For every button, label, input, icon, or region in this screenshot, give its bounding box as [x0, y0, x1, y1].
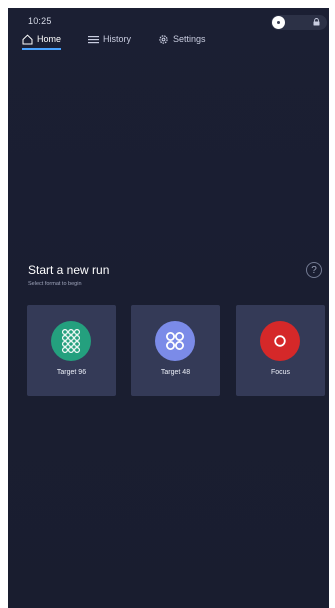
status-time: 10:25 — [28, 16, 52, 26]
format-card-focus[interactable]: Focus — [236, 305, 325, 396]
tab-history-label: History — [103, 34, 132, 44]
format-card-target-48[interactable]: Target 48 — [131, 305, 220, 396]
app-screen: 10:25 Home History Settings Start a new … — [8, 8, 329, 608]
help-button[interactable]: ? — [306, 262, 322, 278]
question-circle-icon: ? — [311, 265, 317, 276]
page-title: Start a new run — [28, 263, 110, 277]
tab-settings-label: Settings — [173, 34, 206, 44]
format-cards: Target 96 Target 48 Focus — [27, 305, 325, 396]
focus-icon — [260, 321, 300, 361]
list-icon — [88, 35, 100, 43]
home-icon — [22, 34, 33, 44]
format-card-target-96[interactable]: Target 96 — [27, 305, 116, 396]
status-toggle[interactable] — [271, 15, 327, 30]
toggle-knob — [272, 16, 285, 29]
format-label: Focus — [270, 369, 291, 376]
format-label: Target 96 — [56, 369, 87, 376]
tab-settings[interactable]: Settings — [158, 31, 206, 47]
lock-icon — [313, 18, 320, 26]
tab-history[interactable]: History — [88, 31, 131, 47]
grid-96-icon — [51, 321, 91, 361]
gear-icon — [159, 34, 168, 44]
top-nav: Home History Settings — [22, 30, 206, 50]
tab-home[interactable]: Home — [22, 31, 62, 50]
format-label: Target 48 — [160, 369, 191, 376]
tab-home-label: Home — [37, 34, 62, 44]
page-subtitle: Select format to begin — [28, 281, 82, 287]
grid-48-icon — [155, 321, 195, 361]
